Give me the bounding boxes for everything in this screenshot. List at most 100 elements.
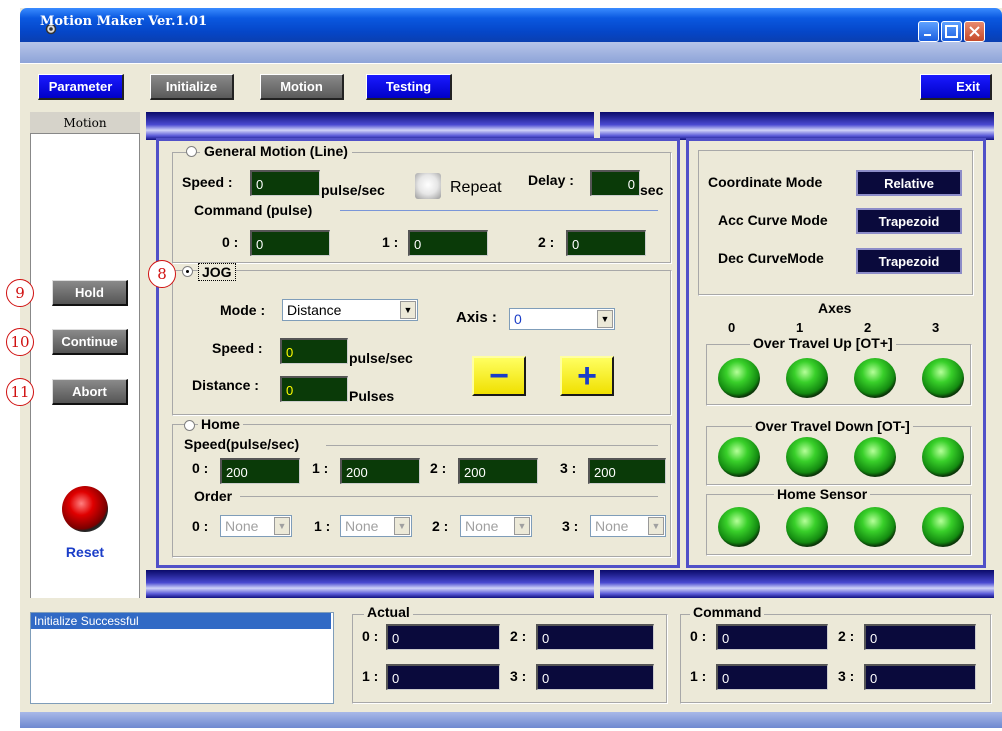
order-3-value: None [595,518,629,534]
chevron-down-icon[interactable]: ▼ [648,517,664,535]
jog-minus-button[interactable]: − [472,356,526,396]
home-speed-2-label: 2 : [430,460,447,476]
home-speed-3-label: 3 : [560,460,577,476]
general-speed-unit: pulse/sec [321,182,385,198]
order-label: Order [194,488,237,504]
ot-down-title: Over Travel Down [OT-] [752,418,913,434]
cmd-0-field[interactable]: 0 [250,230,330,256]
jog-speed-unit: pulse/sec [349,350,413,366]
callout-8: 8 [148,260,176,288]
coordinate-mode-label: Coordinate Mode [708,174,823,190]
continue-button[interactable]: Continue [52,329,128,355]
home-sensor-led-2 [854,507,896,547]
command-0-label: 0 : [690,628,707,644]
ot-up-led-1 [786,358,828,398]
acc-curve-value: Trapezoid [856,208,962,234]
initialize-button[interactable]: Initialize [150,74,234,100]
jog-speed-field[interactable]: 0 [280,338,348,364]
mode-label: Mode : [220,302,266,318]
home-speed-3-field[interactable]: 200 [588,458,666,484]
command-title: Command [690,604,765,620]
callout-11: 11 [6,378,34,406]
axis-0-label: 0 [728,320,736,335]
general-speed-field[interactable]: 0 [250,170,320,196]
minimize-icon [924,34,931,36]
mode-select[interactable]: Distance ▼ [282,299,418,321]
order-0-value: None [225,518,259,534]
cmd-2-label: 2 : [538,234,555,250]
home-sensor-title: Home Sensor [774,486,871,502]
hold-button[interactable]: Hold [52,280,128,306]
repeat-toggle[interactable] [415,173,441,199]
command-3-field: 0 [864,664,976,690]
title-bar[interactable]: Motion Maker Ver.1.01 [20,8,1002,42]
general-motion-title: General Motion (Line) [200,143,352,159]
actual-title: Actual [364,604,413,620]
cmd-1-field[interactable]: 0 [408,230,488,256]
close-button[interactable] [964,21,985,42]
cmd-0-label: 0 : [222,234,239,250]
axes-title: Axes [818,300,852,316]
actual-1-label: 1 : [362,668,379,684]
home-speed-0-label: 0 : [192,460,209,476]
abort-button[interactable]: Abort [52,379,128,405]
home-speed-0-field[interactable]: 200 [220,458,300,484]
actual-2-label: 2 : [510,628,527,644]
cmd-2-field[interactable]: 0 [566,230,646,256]
bottom-banner-right [600,570,994,598]
reset-label: Reset [65,544,105,560]
distance-field[interactable]: 0 [280,376,348,402]
home-title: Home [198,416,243,432]
parameter-button[interactable]: Parameter [38,74,124,100]
close-icon [969,26,980,37]
motion-button[interactable]: Motion [260,74,344,100]
actual-3-field: 0 [536,664,654,690]
delay-field[interactable]: 0 [590,170,640,196]
actual-1-field: 0 [386,664,500,690]
order-2-select[interactable]: None ▼ [460,515,532,537]
home-speed-1-label: 1 : [312,460,329,476]
home-speed-label: Speed(pulse/sec) [184,436,304,452]
status-bar [20,712,1002,728]
distance-label: Distance : [192,377,259,393]
axis-select[interactable]: 0 ▼ [509,308,615,330]
home-radio[interactable] [184,420,195,431]
chevron-down-icon[interactable]: ▼ [597,310,613,328]
chevron-down-icon[interactable]: ▼ [400,301,416,319]
axis-3-label: 3 [932,320,940,335]
jog-plus-button[interactable]: + [560,356,614,396]
dec-curve-value: Trapezoid [856,248,962,274]
ot-up-led-0 [718,358,760,398]
home-speed-1-field[interactable]: 200 [340,458,420,484]
status-message: Initialize Successful [31,613,331,629]
chevron-down-icon[interactable]: ▼ [274,517,290,535]
exit-button[interactable]: Exit [920,74,992,100]
reset-button[interactable] [62,486,108,532]
general-motion-radio[interactable] [186,146,197,157]
order-1-label: 1 : [314,518,331,534]
delay-label: Delay : [528,172,574,188]
jog-speed-label: Speed : [212,340,263,356]
order-0-select[interactable]: None ▼ [220,515,292,537]
home-speed-2-field[interactable]: 200 [458,458,538,484]
command-0-field: 0 [716,624,828,650]
ot-down-led-3 [922,437,964,477]
axis-select-value: 0 [514,311,522,327]
maximize-button[interactable] [941,21,962,42]
command-divider [340,210,658,211]
dec-curve-label: Dec CurveMode [718,250,824,266]
jog-radio[interactable] [182,266,193,277]
minimize-button[interactable] [918,21,939,42]
jog-title: JOG [198,263,236,281]
command-pulse-label: Command (pulse) [194,202,317,218]
order-1-select[interactable]: None ▼ [340,515,412,537]
chevron-down-icon[interactable]: ▼ [394,517,410,535]
bottom-banner-left [146,570,594,598]
order-3-select[interactable]: None ▼ [590,515,666,537]
chevron-down-icon[interactable]: ▼ [514,517,530,535]
command-1-label: 1 : [690,668,707,684]
repeat-label: Repeat [450,179,502,196]
coordinate-mode-value: Relative [856,170,962,196]
testing-button[interactable]: Testing [366,74,452,100]
order-2-value: None [465,518,499,534]
